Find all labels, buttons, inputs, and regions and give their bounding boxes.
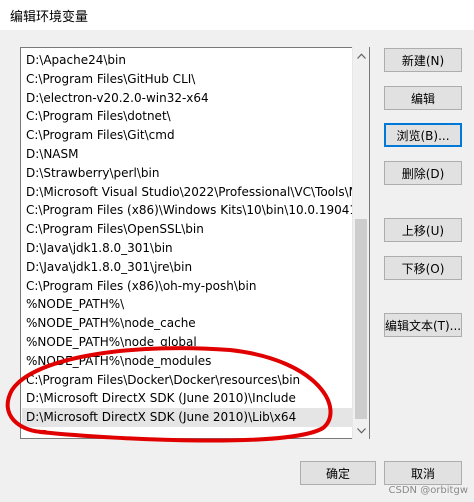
path-list-item[interactable]: C:\Program Files\OpenSSL\bin <box>26 220 358 239</box>
window-title: 编辑环境变量 <box>10 10 89 25</box>
edit-env-variable-dialog: 编辑环境变量 D:\Apache24\bin C:\Program Files\G… <box>0 0 474 502</box>
delete-button[interactable]: 删除(D) <box>384 161 462 185</box>
path-list-item[interactable]: C:\Program Files\GitHub CLI\ <box>26 70 358 89</box>
path-list-item[interactable]: %NODE_PATH%\node_modules <box>26 352 358 371</box>
path-list-item[interactable]: D:\NASM <box>26 145 358 164</box>
path-list-item[interactable]: D:\Microsoft DirectX SDK (June 2010)\Lib… <box>22 408 357 427</box>
scroll-up-arrow-icon[interactable] <box>353 47 370 64</box>
new-button[interactable]: 新建(N) <box>384 48 462 72</box>
path-list-item[interactable]: %NODE_PATH%\ <box>26 295 358 314</box>
path-list-item[interactable]: D:\Java\jdk1.8.0_301\jre\bin <box>26 258 358 277</box>
path-list-item[interactable]: %NODE_PATH%\node_global <box>26 333 358 352</box>
watermark: CSDN @orbitgw <box>388 485 469 496</box>
path-list-item[interactable]: %NODE_PATH%\node_cache <box>26 314 358 333</box>
path-list-item[interactable]: C:\Program Files (x86)\oh-my-posh\bin <box>26 277 358 296</box>
move-up-button[interactable]: 上移(U) <box>384 218 462 242</box>
move-down-button[interactable]: 下移(O) <box>384 256 462 280</box>
ok-button[interactable]: 确定 <box>300 461 376 485</box>
edit-text-button[interactable]: 编辑文本(T)... <box>384 313 462 337</box>
browse-button[interactable]: 浏览(B)... <box>384 123 462 147</box>
path-list-item[interactable]: C:\Program Files (x86)\Windows Kits\10\b… <box>26 201 358 220</box>
path-list[interactable]: D:\Apache24\bin C:\Program Files\GitHub C… <box>20 47 370 439</box>
path-list-item[interactable]: C:\Program Files\dotnet\ <box>26 107 358 126</box>
vertical-scrollbar[interactable] <box>352 47 369 439</box>
path-list-item[interactable]: C:\Program Files\Git\cmd <box>26 126 358 145</box>
path-list-item[interactable]: D:\electron-v20.2.0-win32-x64 <box>26 89 358 108</box>
path-list-item[interactable]: D:\Microsoft DirectX SDK (June 2010)\Inc… <box>26 389 358 408</box>
path-list-item[interactable]: D:\Strawberry\perl\bin <box>26 164 358 183</box>
scroll-thumb[interactable] <box>355 219 367 419</box>
title-bar: 编辑环境变量 <box>0 0 474 30</box>
path-list-item[interactable]: D:\Apache24\bin <box>26 51 358 70</box>
cancel-button[interactable]: 取消 <box>384 461 462 485</box>
edit-button[interactable]: 编辑 <box>384 86 462 110</box>
path-list-item[interactable]: D:\Java\jdk1.8.0_301\bin <box>26 239 358 258</box>
path-list-item[interactable]: D:\Microsoft Visual Studio\2022\Professi… <box>26 183 358 202</box>
path-list-item[interactable]: C:\Program Files\Docker\Docker\resources… <box>26 371 358 390</box>
scroll-down-arrow-icon[interactable] <box>353 422 370 439</box>
